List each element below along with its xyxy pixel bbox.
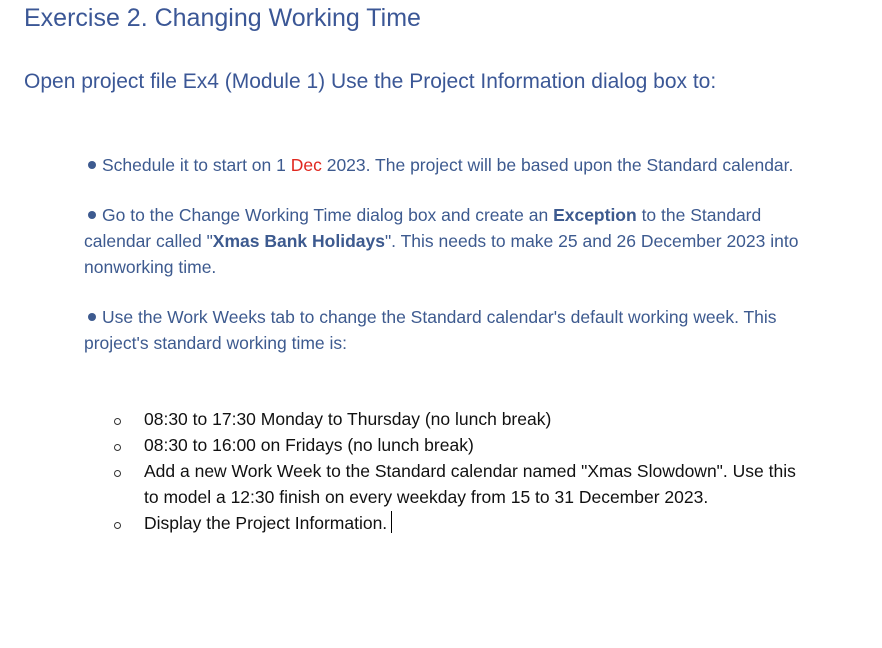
bullet-text: Go to the Change Working Time dialog box… [102, 205, 554, 225]
bullet-dot-icon [88, 313, 96, 322]
sub-item: 08:30 to 16:00 on Fridays (no lunch brea… [112, 432, 812, 458]
bullet-dot-icon [88, 161, 96, 170]
sub-item: Add a new Work Week to the Standard cale… [112, 458, 812, 510]
sub-item-text: Display the Project Information. [144, 513, 388, 533]
text-cursor [391, 511, 393, 533]
sub-item-text: 08:30 to 16:00 on Fridays (no lunch brea… [144, 435, 474, 455]
exercise-title: Exercise 2. Changing Working Time [24, 4, 421, 32]
bullet-item-exception: Go to the Change Working Time dialog box… [84, 202, 824, 280]
hollow-bullet-icon [114, 470, 121, 477]
sub-item-text: 08:30 to 17:30 Monday to Thursday (no lu… [144, 409, 552, 429]
bullet-item-schedule: Schedule it to start on 1 Dec 2023. The … [84, 152, 824, 178]
bullet-dot-icon [88, 211, 96, 220]
bullet-text: Use the Work Weeks tab to change the Sta… [84, 307, 777, 353]
sub-item: 08:30 to 17:30 Monday to Thursday (no lu… [112, 406, 812, 432]
intro-paragraph: Open project file Ex4 (Module 1) Use the… [24, 70, 717, 93]
sub-bullet-list: 08:30 to 17:30 Monday to Thursday (no lu… [112, 406, 812, 536]
bullet-text: 2023. The project will be based upon the… [321, 155, 794, 175]
bold-text: Xmas Bank Holidays [212, 231, 385, 251]
bold-text: Exception [553, 205, 637, 225]
bullet-list: Schedule it to start on 1 Dec 2023. The … [84, 152, 824, 380]
bullet-item-work-weeks: Use the Work Weeks tab to change the Sta… [84, 304, 824, 356]
bullet-text: Schedule it to start on 1 [102, 155, 291, 175]
highlight-red-text: Dec [290, 155, 322, 175]
sub-item: Display the Project Information. [112, 510, 812, 536]
hollow-bullet-icon [114, 444, 121, 451]
hollow-bullet-icon [114, 418, 121, 425]
document-page[interactable]: Exercise 2. Changing Working Time Open p… [0, 0, 882, 648]
sub-item-text: Add a new Work Week to the Standard cale… [144, 461, 796, 507]
hollow-bullet-icon [114, 522, 121, 529]
